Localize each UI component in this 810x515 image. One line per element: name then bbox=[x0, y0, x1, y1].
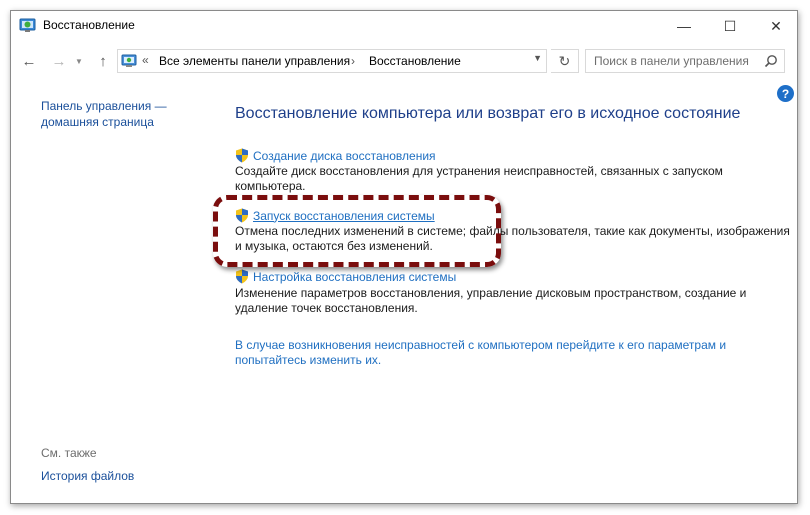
address-bar[interactable]: « Все элементы панели управления › Восст… bbox=[117, 49, 547, 73]
refresh-button[interactable]: ↻ bbox=[551, 49, 579, 73]
search-placeholder: Поиск в панели управления bbox=[594, 54, 749, 68]
highlight-annotation bbox=[213, 195, 501, 267]
troubleshoot-settings-link[interactable]: В случае возникновения неисправностей с … bbox=[235, 338, 765, 368]
uac-shield-icon bbox=[236, 148, 248, 163]
address-dropdown-icon[interactable]: ▼ bbox=[533, 53, 542, 63]
item-description: Создайте диск восстановления для устране… bbox=[235, 164, 723, 193]
maximize-button[interactable]: ☐ bbox=[707, 11, 753, 41]
item-link-label[interactable]: Создание диска восстановления bbox=[253, 149, 436, 163]
recovery-icon bbox=[19, 18, 36, 32]
control-panel-home-link[interactable]: Панель управления — домашняя страница bbox=[41, 98, 181, 130]
search-icon bbox=[764, 55, 777, 68]
forward-button[interactable]: → bbox=[49, 51, 69, 71]
uac-shield-icon bbox=[236, 269, 248, 284]
see-also-label: См. также bbox=[41, 446, 97, 460]
page-title: Восстановление компьютера или возврат ег… bbox=[235, 105, 741, 122]
title-bar: Восстановление — ☐ ✕ bbox=[11, 11, 797, 41]
recent-locations-chevron-icon[interactable]: ▼ bbox=[73, 51, 85, 71]
breadcrumb-separator[interactable]: › bbox=[351, 54, 355, 68]
address-overflow-chevron[interactable]: « bbox=[142, 53, 149, 67]
breadcrumb-recovery[interactable]: Восстановление bbox=[369, 54, 461, 68]
window-title: Восстановление bbox=[43, 18, 135, 32]
item-link-label[interactable]: Настройка восстановления системы bbox=[253, 270, 456, 284]
minimize-button[interactable]: — bbox=[661, 11, 707, 41]
create-recovery-drive-link[interactable]: Создание диска восстановления bbox=[235, 148, 436, 163]
up-button[interactable]: ↑ bbox=[93, 51, 113, 71]
close-button[interactable]: ✕ bbox=[753, 11, 799, 41]
breadcrumb-all-items[interactable]: Все элементы панели управления bbox=[159, 54, 350, 68]
back-button[interactable]: ← bbox=[19, 51, 39, 71]
control-panel-window: Восстановление — ☐ ✕ ← → ▼ ↑ « Все элеме… bbox=[10, 10, 798, 504]
search-input[interactable]: Поиск в панели управления bbox=[585, 49, 785, 73]
file-history-link[interactable]: История файлов bbox=[41, 469, 134, 483]
control-panel-icon bbox=[121, 54, 137, 67]
help-icon[interactable]: ? bbox=[777, 85, 794, 102]
navigation-bar: ← → ▼ ↑ « Все элементы панели управления… bbox=[11, 45, 797, 77]
item-description: Изменение параметров восстановления, упр… bbox=[235, 286, 747, 315]
configure-system-restore-link[interactable]: Настройка восстановления системы bbox=[235, 269, 456, 284]
